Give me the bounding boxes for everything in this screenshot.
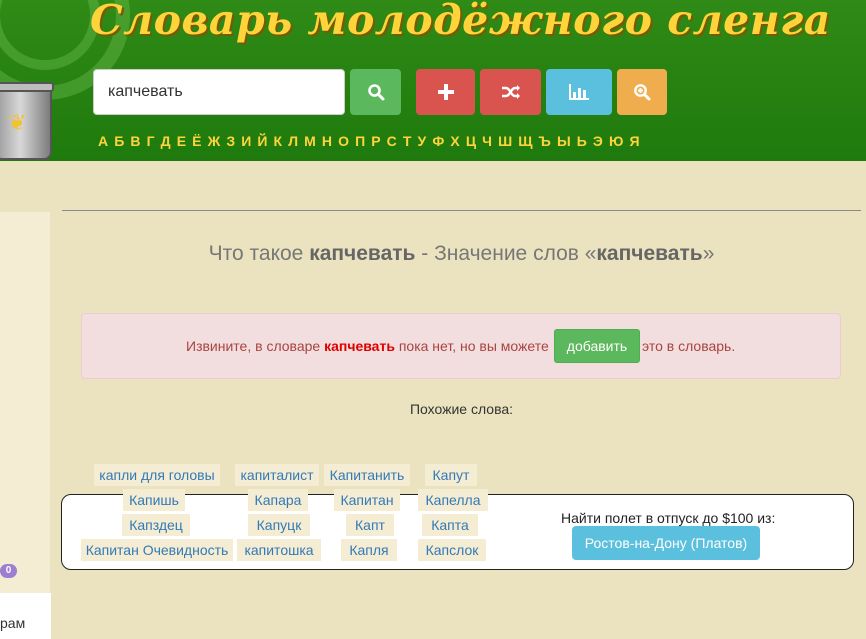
alphabet-letter[interactable]: Ы	[557, 133, 571, 149]
similar-word-link[interactable]: Капуцк	[248, 514, 310, 536]
alphabet-letter[interactable]: Ж	[208, 133, 221, 149]
search-icon	[367, 84, 384, 101]
site-title[interactable]: Словарь молодёжного сленга	[90, 0, 831, 44]
alphabet-letter[interactable]: Р	[371, 133, 380, 149]
similar-word-link[interactable]: Капелла	[418, 489, 488, 511]
similar-word-link[interactable]: капиталист	[235, 464, 319, 486]
zoom-in-icon	[634, 84, 651, 101]
shuffle-icon	[501, 85, 520, 99]
alphabet-letter[interactable]: Д	[161, 133, 171, 149]
alphabet-letter[interactable]: С	[387, 133, 397, 149]
not-found-alert: Извините, в словаре капчевать пока нет, …	[81, 313, 841, 379]
alphabet-letter[interactable]: П	[355, 133, 365, 149]
divider	[62, 210, 861, 211]
alphabet-letter[interactable]: У	[418, 133, 427, 149]
leaf-icon: ❦	[8, 110, 27, 135]
alphabet-letter[interactable]: О	[338, 133, 349, 149]
statistics-button[interactable]	[546, 69, 612, 115]
similar-word-link[interactable]: капитошка	[237, 539, 321, 561]
alphabet-letter[interactable]: Б	[114, 133, 124, 149]
alphabet-letter[interactable]: Ё	[192, 133, 201, 149]
alphabet-letter[interactable]: Ь	[577, 133, 587, 149]
random-word-button[interactable]	[480, 69, 541, 115]
bar-chart-icon	[569, 84, 589, 100]
sidebar-panel-text[interactable]: рам	[0, 615, 25, 631]
title-middle: - Значение слов «	[415, 242, 597, 265]
alphabet-letter[interactable]: Ц	[466, 133, 476, 149]
alphabet-letter[interactable]: Я	[630, 133, 640, 149]
alphabet-letter[interactable]: Ш	[498, 133, 512, 149]
alphabet-nav: АБВГДЕЁЖЗИЙКЛМНОПРСТУФХЦЧШЩЪЫЬЭЮЯ	[98, 133, 646, 149]
alphabet-letter[interactable]: Г	[147, 133, 155, 149]
alphabet-letter[interactable]: Э	[593, 133, 603, 149]
ad-city-button[interactable]: Ростов-на-Дону (Платов)	[572, 526, 760, 560]
similar-word-link[interactable]: Капитанить	[324, 464, 410, 486]
similar-word-link[interactable]: Капля	[341, 539, 397, 561]
similar-word-link[interactable]: Капт	[346, 514, 394, 536]
similar-word-link[interactable]: Капслок	[418, 539, 486, 561]
alert-message: Извините, в словаре капчевать пока нет, …	[186, 338, 549, 354]
similar-word-link[interactable]: Капздец	[122, 514, 190, 536]
alphabet-letter[interactable]: Т	[403, 133, 412, 149]
title-word-quoted: капчевать	[596, 242, 703, 265]
ad-text: Найти полет в отпуск до $100 из:	[561, 510, 776, 526]
logo-bucket-icon[interactable]: ❦	[0, 82, 54, 160]
bucket-lid	[0, 82, 54, 92]
title-suffix: »	[702, 242, 715, 265]
search-input[interactable]	[93, 69, 345, 115]
alphabet-letter[interactable]: Ф	[432, 133, 444, 149]
alert-text-before: Извините, в словаре	[186, 338, 325, 354]
alphabet-letter[interactable]: К	[274, 133, 283, 149]
alert-text-after: пока нет, но вы можете	[394, 338, 549, 354]
title-prefix: Что такое	[208, 242, 310, 265]
add-to-dictionary-button[interactable]: добавить	[554, 329, 640, 363]
similar-word-link[interactable]: Капара	[248, 489, 308, 511]
alphabet-letter[interactable]: Ч	[482, 133, 492, 149]
similar-words-heading: Похожие слова:	[409, 401, 514, 417]
alert-word: капчевать	[324, 338, 395, 354]
alphabet-letter[interactable]: Й	[257, 133, 267, 149]
alphabet-letter[interactable]: Ю	[609, 133, 623, 149]
alphabet-letter[interactable]: А	[98, 133, 108, 149]
alphabet-letter[interactable]: Е	[177, 133, 186, 149]
alphabet-letter[interactable]: Ъ	[539, 133, 551, 149]
similar-word-link[interactable]: Капишь	[123, 489, 185, 511]
similar-word-link[interactable]: капли для головы	[94, 464, 220, 486]
page-title: Что такое капчевать - Значение слов «кап…	[62, 242, 861, 266]
similar-word-link[interactable]: Капитан	[334, 489, 400, 511]
alphabet-letter[interactable]: И	[241, 133, 251, 149]
alphabet-letter[interactable]: З	[226, 133, 235, 149]
alphabet-letter[interactable]: Л	[288, 133, 298, 149]
similar-word-link[interactable]: Капут	[425, 464, 477, 486]
plus-icon	[437, 84, 454, 100]
alert-tail: это в словарь.	[642, 338, 736, 354]
similar-word-link[interactable]: Капта	[422, 514, 478, 536]
alphabet-letter[interactable]: Н	[322, 133, 332, 149]
add-word-button[interactable]	[416, 69, 475, 115]
alphabet-letter[interactable]: М	[304, 133, 316, 149]
zoom-button[interactable]	[617, 69, 667, 115]
count-badge: 0	[0, 564, 17, 578]
alphabet-letter[interactable]: Х	[450, 133, 459, 149]
site-header: ❦ Словарь молодёжного сленга капчевать А…	[0, 0, 866, 161]
similar-word-link[interactable]: Капитан Очевидность	[81, 539, 233, 561]
alphabet-letter[interactable]: В	[130, 133, 140, 149]
alphabet-letter[interactable]: Щ	[518, 133, 532, 149]
search-button[interactable]	[350, 69, 401, 115]
sidebar-panel: рам	[0, 593, 51, 639]
title-word: капчевать	[309, 242, 416, 265]
